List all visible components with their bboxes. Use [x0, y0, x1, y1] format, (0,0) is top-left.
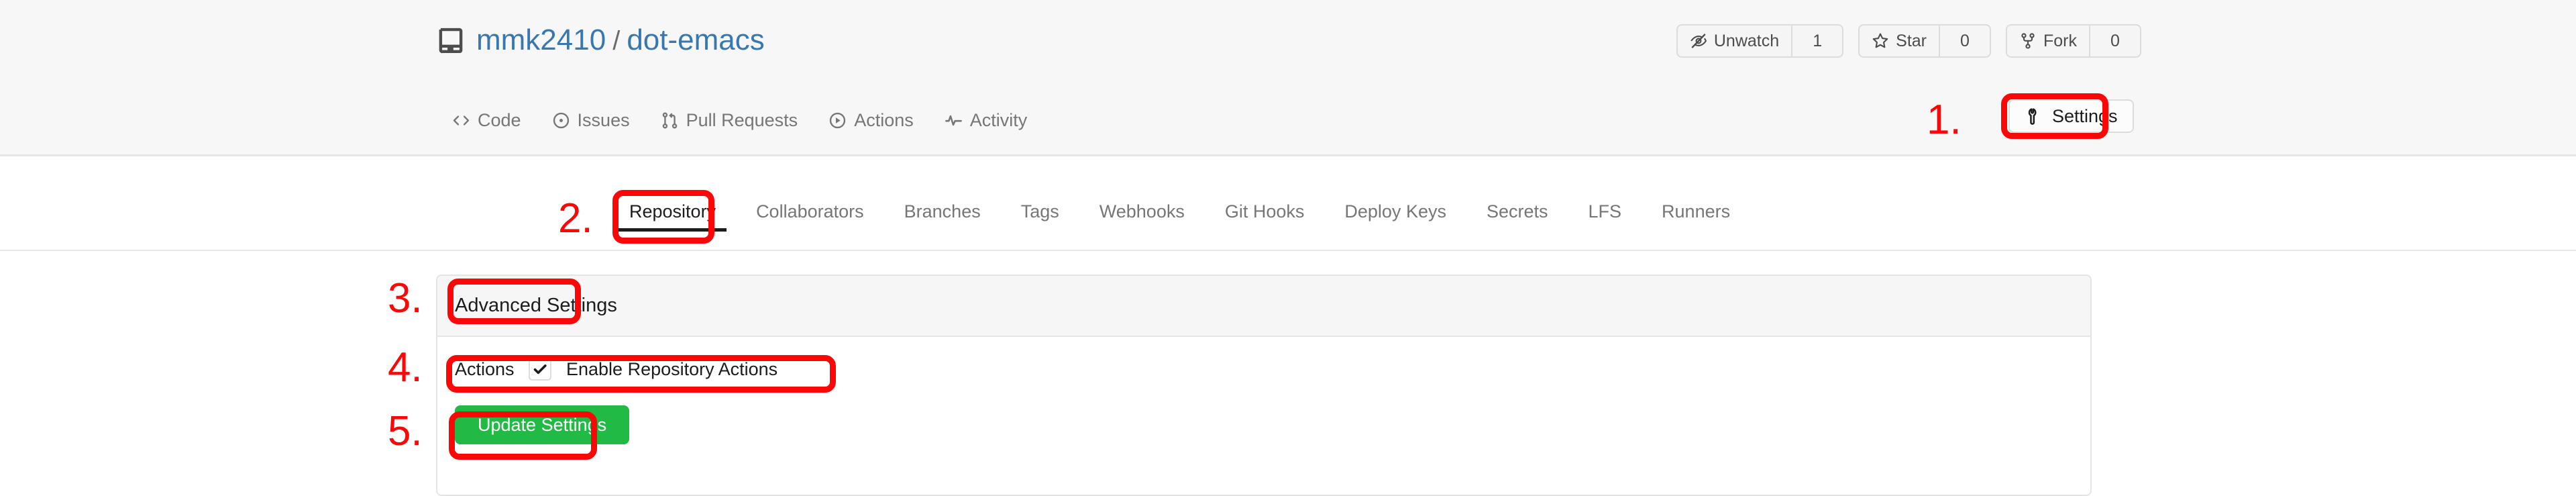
nav-tab-pull-requests[interactable]: Pull Requests [659, 107, 800, 134]
nav-tab-code-label: Code [478, 110, 521, 130]
update-settings-button[interactable]: Update Settings [455, 405, 630, 444]
unwatch-label: Unwatch [1713, 31, 1780, 50]
code-icon [452, 111, 470, 130]
nav-tab-activity[interactable]: Activity [943, 107, 1029, 134]
annotation-number-5: 5. [388, 408, 423, 454]
star-button[interactable]: Star [1860, 26, 1939, 56]
settings-tab-webhooks[interactable]: Webhooks [1079, 201, 1205, 232]
nav-tab-code[interactable]: Code [451, 107, 523, 134]
star-label: Star [1896, 31, 1927, 50]
repo-name-link[interactable]: dot-emacs [627, 26, 764, 55]
fork-button[interactable]: Fork [2007, 26, 2089, 56]
nav-tab-actions[interactable]: Actions [827, 107, 915, 134]
settings-tab-runners[interactable]: Runners [1642, 201, 1750, 232]
repo-breadcrumb: mmk2410 / dot-emacs [436, 26, 765, 55]
wrench-icon [2025, 107, 2043, 126]
settings-tab-repository[interactable]: Repository [609, 201, 736, 232]
fork-icon [2019, 32, 2037, 50]
settings-tab-git-hooks[interactable]: Git Hooks [1205, 201, 1325, 232]
watch-count[interactable]: 1 [1791, 26, 1842, 56]
fork-label: Fork [2043, 31, 2077, 50]
actions-field-label: Actions [455, 358, 515, 379]
repo-nav-tabs: Code Issues Pull Requests Actions Activi… [451, 107, 1028, 134]
fork-button-group[interactable]: Fork 0 [2006, 24, 2141, 58]
advanced-settings-header: Advanced Settings [437, 276, 2090, 337]
fork-count[interactable]: 0 [2089, 26, 2140, 56]
unwatch-button-group[interactable]: Unwatch 1 [1676, 24, 1844, 58]
annotation-number-4: 4. [388, 344, 423, 391]
nav-tab-actions-label: Actions [854, 110, 914, 130]
nav-tab-issues[interactable]: Issues [551, 107, 631, 134]
repo-action-buttons: Unwatch 1 Star 0 Fork 0 [1676, 24, 2141, 58]
star-button-group[interactable]: Star 0 [1858, 24, 1991, 58]
advanced-settings-panel: Advanced Settings Actions Enable Reposit… [436, 275, 2092, 496]
settings-tab-bar: Repository Collaborators Branches Tags W… [609, 201, 1750, 232]
settings-button-label: Settings [2052, 105, 2118, 126]
settings-tab-branches[interactable]: Branches [884, 201, 1001, 232]
settings-tab-lfs[interactable]: LFS [1568, 201, 1642, 232]
annotation-number-2: 2. [558, 195, 593, 242]
settings-button[interactable]: Settings [2008, 99, 2134, 133]
settings-tab-secrets[interactable]: Secrets [1466, 201, 1568, 232]
settings-tab-deploy-keys[interactable]: Deploy Keys [1324, 201, 1466, 232]
enable-repository-actions-label[interactable]: Enable Repository Actions [566, 359, 777, 380]
enable-repository-actions-row: Actions Enable Repository Actions [455, 353, 2073, 385]
git-pull-request-icon [661, 111, 679, 130]
repo-icon [436, 26, 466, 55]
play-circle-icon [828, 111, 847, 130]
repo-owner-link[interactable]: mmk2410 [476, 26, 606, 55]
advanced-settings-body: Actions Enable Repository Actions Update… [437, 337, 2090, 444]
annotation-number-3: 3. [388, 275, 423, 321]
enable-repository-actions-checkbox[interactable] [529, 358, 551, 381]
issue-opened-icon [552, 111, 570, 130]
settings-tab-tags[interactable]: Tags [1001, 201, 1079, 232]
nav-tab-issues-label: Issues [577, 110, 630, 130]
unwatch-button[interactable]: Unwatch [1678, 26, 1791, 56]
settings-tab-collaborators[interactable]: Collaborators [736, 201, 884, 232]
pulse-icon [945, 111, 963, 130]
repo-header-bar: mmk2410 / dot-emacs Unwatch 1 Star 0 For… [0, 0, 2576, 156]
star-icon [1872, 32, 1889, 50]
nav-tab-activity-label: Activity [969, 110, 1028, 130]
star-count[interactable]: 0 [1939, 26, 1990, 56]
eye-closed-icon [1690, 32, 1707, 50]
settings-tabs-divider [0, 250, 2576, 251]
repo-path-separator: / [612, 26, 621, 56]
nav-tab-pull-requests-label: Pull Requests [686, 110, 798, 130]
